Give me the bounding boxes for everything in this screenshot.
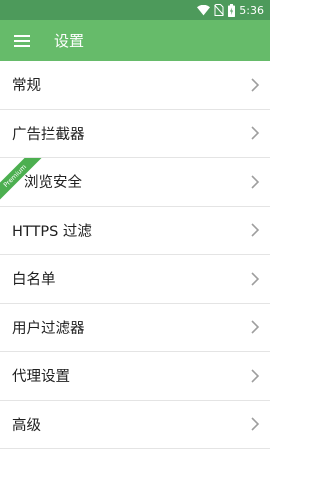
settings-item-label: 用户过滤器 [12, 320, 85, 337]
no-sim-icon [214, 4, 225, 16]
battery-icon [228, 3, 236, 17]
chevron-right-icon [251, 78, 260, 92]
page-title: 设置 [54, 32, 85, 50]
settings-item-label: 白名单 [12, 272, 56, 289]
settings-item-label: 广告拦截器 [12, 126, 85, 143]
settings-item-label: HTTPS 过滤 [12, 223, 92, 240]
settings-item-advanced[interactable]: 高级 [0, 401, 270, 449]
settings-item-ad-blocker[interactable]: 广告拦截器 [0, 110, 270, 158]
hamburger-menu-icon [14, 34, 30, 47]
chevron-right-icon [251, 175, 260, 189]
status-bar: 5:36 [0, 0, 270, 20]
menu-button[interactable] [12, 31, 32, 51]
settings-list: 常规 广告拦截器 Premium 浏览安全 HTTPS 过滤 白名单 用户过滤器 [0, 61, 270, 449]
settings-item-browsing-security[interactable]: Premium 浏览安全 [0, 158, 270, 207]
status-icons [197, 3, 236, 17]
settings-item-https-filtering[interactable]: HTTPS 过滤 [0, 207, 270, 255]
chevron-right-icon [251, 126, 260, 140]
wifi-icon [197, 4, 211, 15]
chevron-right-icon [251, 417, 260, 431]
settings-item-general[interactable]: 常规 [0, 61, 270, 110]
settings-item-whitelist[interactable]: 白名单 [0, 255, 270, 304]
chevron-right-icon [251, 223, 260, 237]
settings-item-proxy[interactable]: 代理设置 [0, 352, 270, 401]
settings-item-label: 常规 [12, 78, 41, 95]
settings-item-label: 代理设置 [12, 369, 70, 386]
settings-item-label: 高级 [12, 417, 41, 434]
settings-item-user-filter[interactable]: 用户过滤器 [0, 304, 270, 352]
app-bar: 设置 [0, 20, 270, 61]
chevron-right-icon [251, 369, 260, 383]
chevron-right-icon [251, 272, 260, 286]
chevron-right-icon [251, 320, 260, 334]
status-time: 5:36 [239, 3, 264, 17]
